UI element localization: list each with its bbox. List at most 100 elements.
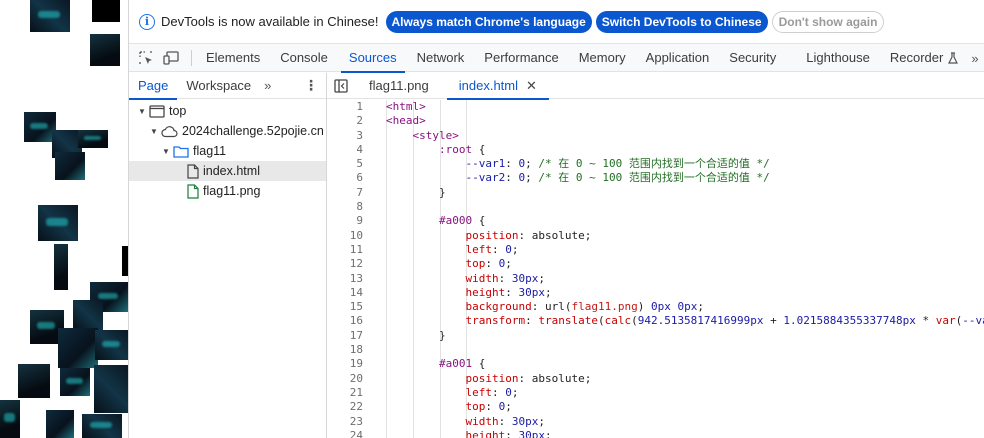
inspect-element-icon[interactable] [133, 45, 159, 71]
line-number[interactable]: 23 [327, 415, 363, 429]
tab-elements[interactable]: Elements [198, 44, 268, 72]
tree-item-top[interactable]: ▼ top [129, 101, 326, 121]
image-file-icon [187, 183, 199, 199]
code-text: } [386, 185, 446, 199]
gutter [363, 229, 386, 243]
code-line: 10 position: absolute; [327, 229, 984, 243]
line-number[interactable]: 10 [327, 229, 363, 243]
expand-arrow-icon[interactable]: ▼ [137, 107, 147, 116]
code-editor: flag11.png index.html ✕ 1 <html> 2 <head> 3 … [327, 73, 984, 438]
dont-show-again-button[interactable]: Don't show again [771, 10, 885, 33]
line-number[interactable]: 1 [327, 100, 363, 114]
frame-icon [149, 104, 165, 118]
file-navigator: Page Workspace » ⋮ ▼ top ▼ 2024challenge… [129, 73, 327, 438]
cloud-icon [161, 125, 178, 138]
line-number[interactable]: 12 [327, 257, 363, 271]
line-number[interactable]: 20 [327, 372, 363, 386]
navigator-more-button[interactable]: » [260, 78, 275, 93]
puzzle-piece [18, 364, 50, 398]
code-line: 21 left: 0; [327, 386, 984, 400]
line-number[interactable]: 22 [327, 400, 363, 414]
tab-security[interactable]: Security [721, 44, 784, 72]
line-number[interactable]: 14 [327, 286, 363, 300]
tab-page[interactable]: Page [129, 73, 178, 100]
line-number[interactable]: 21 [327, 386, 363, 400]
line-number[interactable]: 9 [327, 214, 363, 228]
tree-item-index-html[interactable]: index.html [129, 161, 326, 181]
close-tab-icon[interactable]: ✕ [526, 78, 537, 94]
gutter [363, 343, 386, 357]
gutter [363, 114, 386, 128]
puzzle-piece [46, 410, 74, 438]
tree-item-label: index.html [203, 164, 260, 178]
code-text: left: 0; [465, 242, 519, 256]
line-number[interactable]: 13 [327, 272, 363, 286]
gutter [363, 372, 386, 386]
line-number[interactable]: 2 [327, 114, 363, 128]
line-number[interactable]: 19 [327, 357, 363, 371]
device-toolbar-icon[interactable] [159, 45, 185, 71]
expand-arrow-icon[interactable]: ▼ [161, 147, 171, 156]
code-line: 17 } [327, 329, 984, 343]
expand-arrow-icon[interactable]: ▼ [149, 127, 159, 136]
navigator-menu-button[interactable]: ⋮ [304, 77, 318, 94]
tab-recorder-label: Recorder [889, 50, 944, 65]
line-number[interactable]: 16 [327, 314, 363, 328]
line-number[interactable]: 5 [327, 157, 363, 171]
tree-item-folder[interactable]: ▼ flag11 [129, 141, 326, 161]
code-view[interactable]: 1 <html> 2 <head> 3 <style> 4 :root {5 --var1… [327, 100, 984, 438]
puzzle-piece [38, 205, 78, 241]
code-text: height: 30px; [465, 285, 552, 299]
gutter [363, 314, 386, 328]
gutter [363, 143, 386, 157]
puzzle-piece [60, 368, 90, 396]
code-text: position: absolute; [465, 371, 592, 385]
gutter [363, 286, 386, 300]
tab-sources[interactable]: Sources [340, 44, 405, 73]
tab-console[interactable]: Console [272, 44, 336, 72]
tab-lighthouse[interactable]: Lighthouse [798, 44, 878, 72]
toggle-navigator-icon[interactable] [327, 78, 355, 93]
code-line: 1 <html> [327, 100, 984, 114]
line-number[interactable]: 11 [327, 243, 363, 257]
tab-workspace[interactable]: Workspace [177, 73, 260, 99]
code-text: width: 30px; [465, 271, 545, 285]
tab-recorder[interactable]: Recorder [882, 44, 967, 72]
tab-memory[interactable]: Memory [571, 44, 634, 72]
line-number[interactable]: 18 [327, 343, 363, 357]
tab-application[interactable]: Application [638, 44, 718, 72]
tree-item-domain[interactable]: ▼ 2024challenge.52pojie.cn [129, 121, 326, 141]
code-line: 22 top: 0; [327, 400, 984, 414]
code-line: 6 --var2: 0; /* 在 0 ~ 100 范围内找到一个合适的值 */ [327, 171, 984, 185]
tab-network[interactable]: Network [409, 44, 473, 72]
switch-to-chinese-button[interactable]: Switch DevTools to Chinese [595, 10, 768, 33]
code-text: } [386, 328, 446, 342]
puzzle-piece [82, 414, 122, 438]
code-line: 9 #a000 { [327, 214, 984, 228]
more-tabs-button[interactable]: » [966, 44, 984, 72]
page-viewport[interactable] [0, 0, 128, 438]
line-number[interactable]: 8 [327, 200, 363, 214]
puzzle-piece [90, 34, 120, 66]
tab-performance[interactable]: Performance [476, 44, 566, 72]
line-number[interactable]: 17 [327, 329, 363, 343]
gutter [363, 272, 386, 286]
always-match-language-button[interactable]: Always match Chrome's language [385, 10, 592, 33]
gutter [363, 100, 386, 114]
tree-item-label: top [169, 104, 187, 118]
tree-item-label: 2024challenge.52pojie.cn [182, 124, 324, 138]
tree-item-flag-png[interactable]: flag11.png [129, 181, 326, 201]
editor-tab-flag-png[interactable]: flag11.png [357, 73, 441, 99]
infobar-message: DevTools is now available in Chinese! [161, 14, 379, 29]
gutter [363, 329, 386, 343]
line-number[interactable]: 15 [327, 300, 363, 314]
gutter [363, 186, 386, 200]
line-number[interactable]: 4 [327, 143, 363, 157]
line-number[interactable]: 6 [327, 171, 363, 185]
editor-tab-index-html[interactable]: index.html ✕ [446, 73, 550, 100]
line-number[interactable]: 24 [327, 429, 363, 438]
line-number[interactable]: 7 [327, 186, 363, 200]
toolbar-divider [191, 49, 192, 66]
line-number[interactable]: 3 [327, 129, 363, 143]
tree-item-label: flag11 [193, 144, 227, 158]
